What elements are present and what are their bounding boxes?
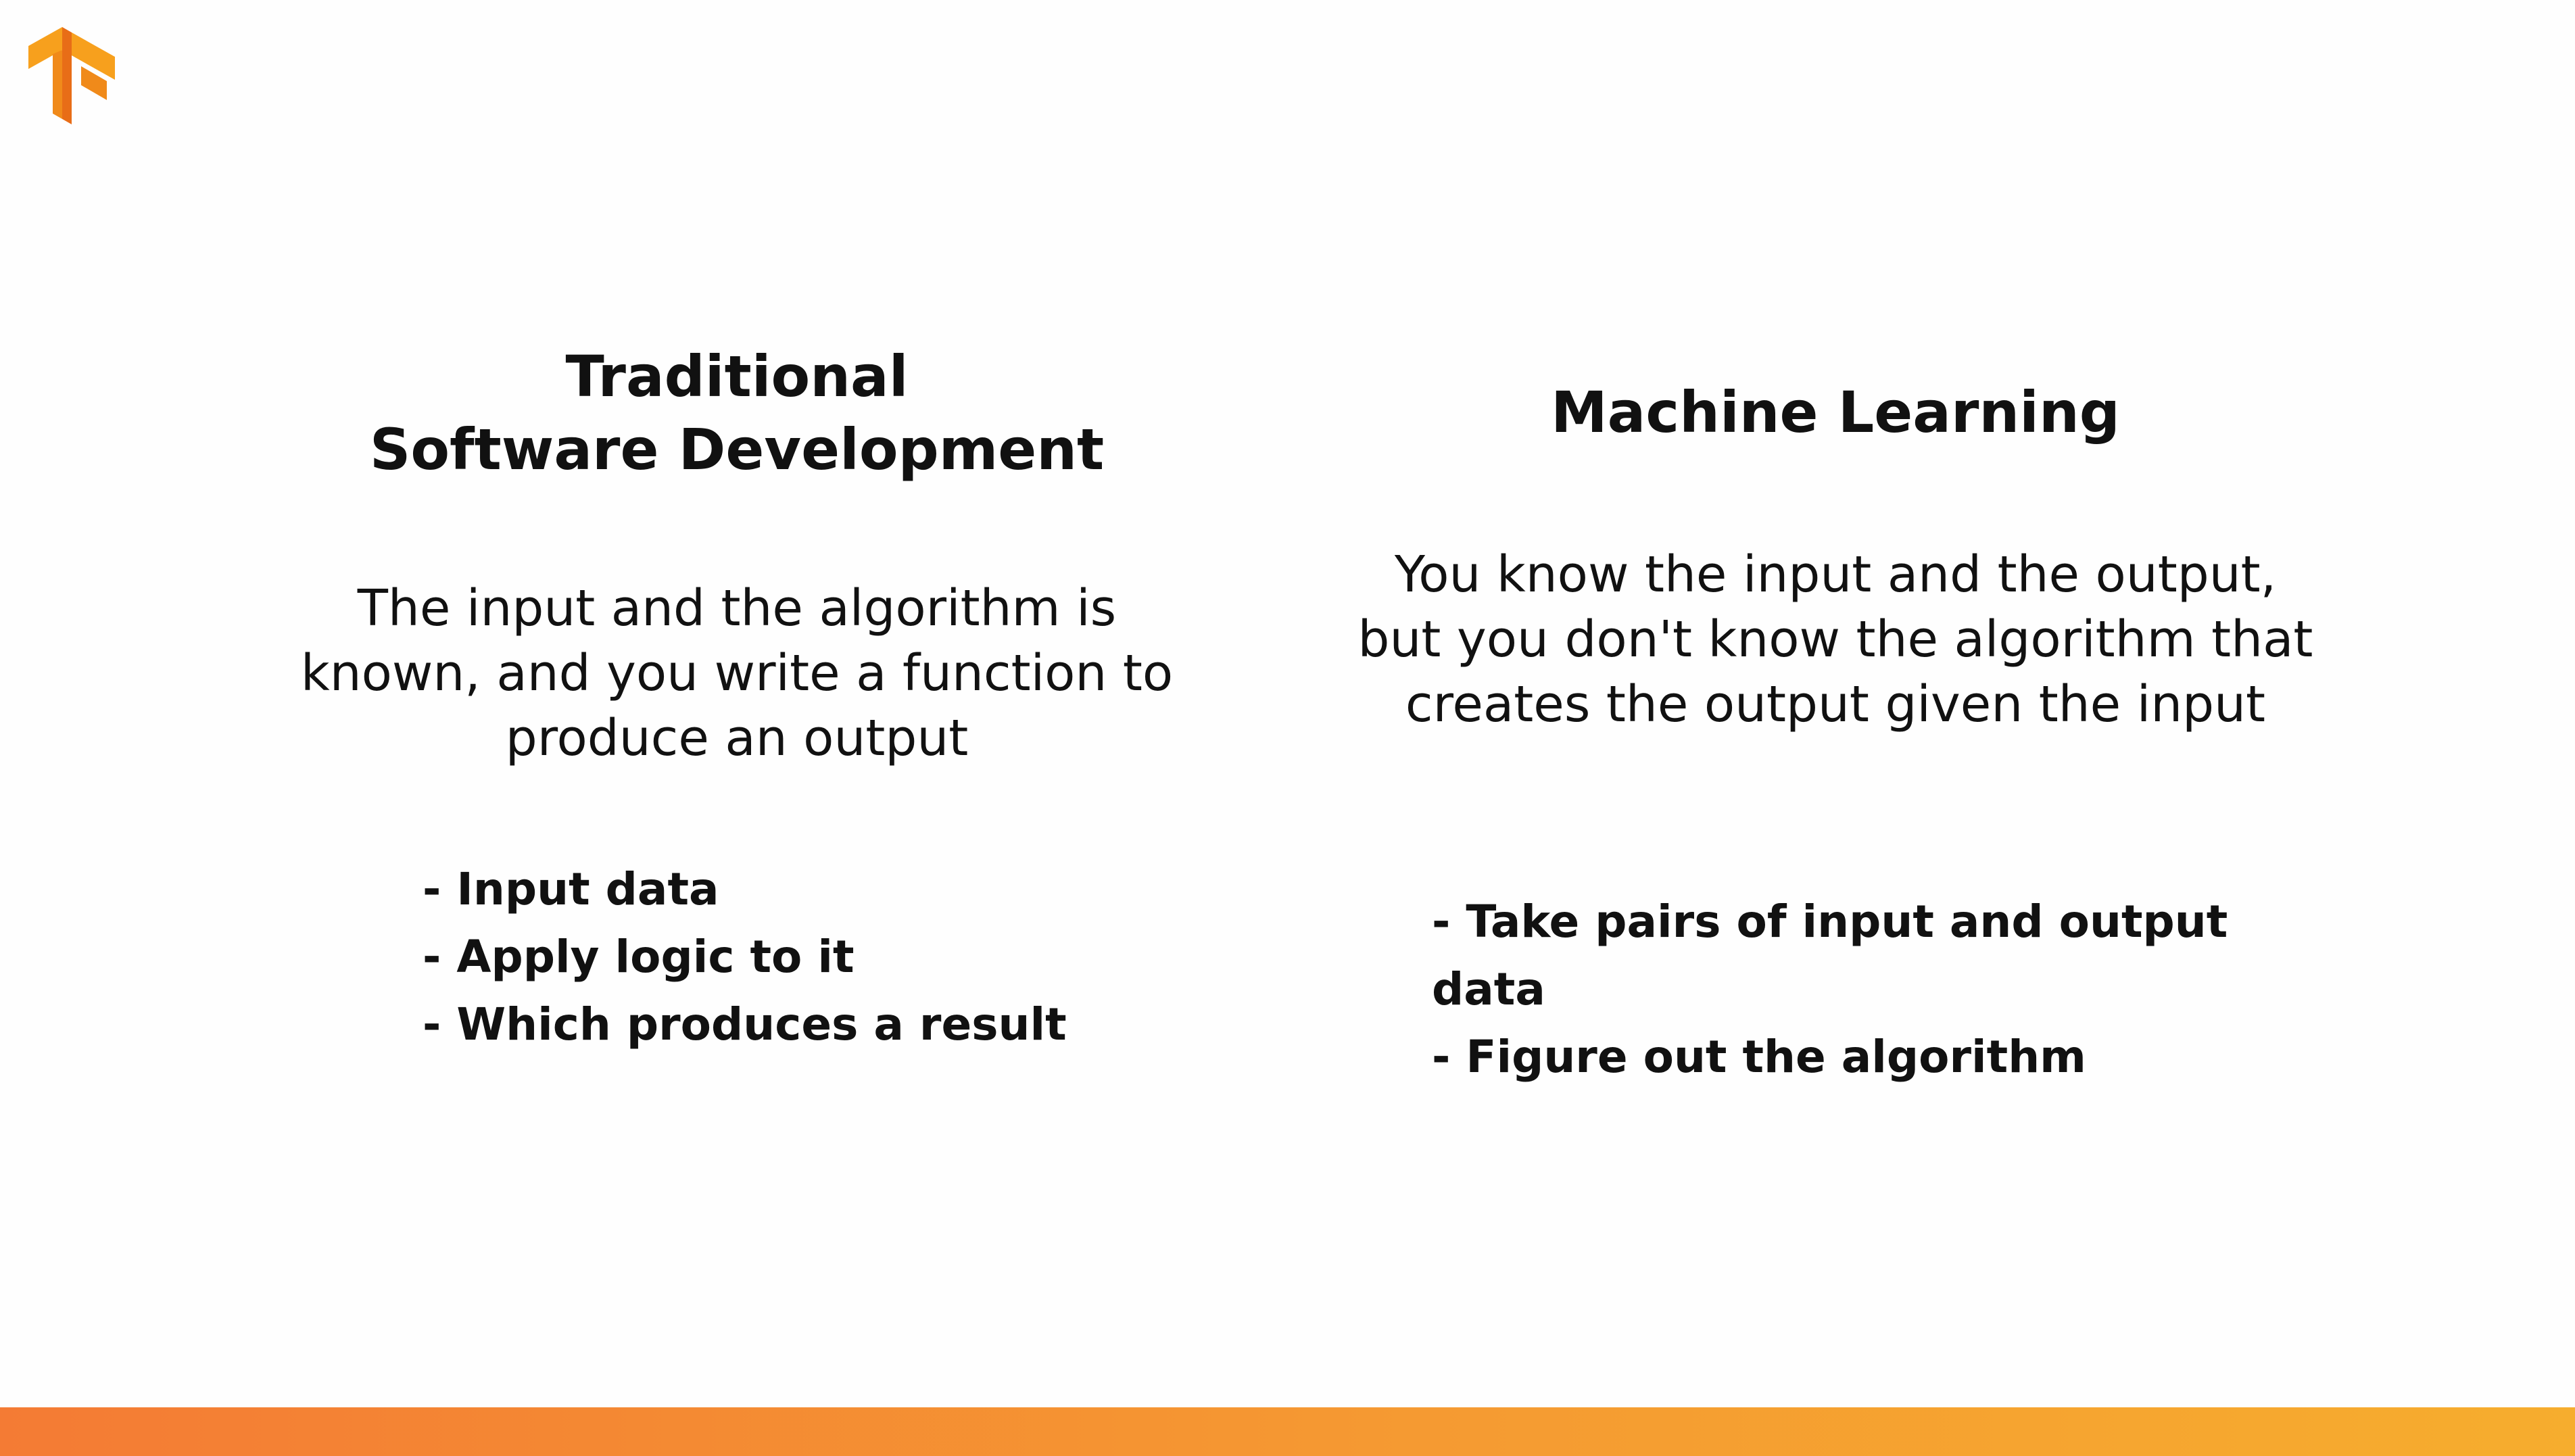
machine-learning-bullet-item: - Figure out the algorithm	[1432, 1031, 2086, 1083]
traditional-heading-line-2: Software Development	[369, 416, 1105, 483]
traditional-bullet-item: - Input data	[423, 863, 719, 915]
machine-learning-heading-line-1: Machine Learning	[1551, 379, 2120, 445]
logo-left-body	[53, 50, 62, 119]
machine-learning-description: You know the input and the output, but y…	[1357, 545, 2313, 733]
tensorflow-logo-icon	[28, 27, 115, 124]
traditional-bullet-item: - Apply logic to it	[423, 931, 855, 983]
traditional-description: The input and the algorithm is known, an…	[300, 579, 1174, 767]
logo-stem	[62, 27, 72, 124]
logo-right-top-face	[72, 32, 115, 80]
traditional-heading-line-1: Traditional	[565, 343, 909, 410]
machine-learning-heading: Machine Learning	[1345, 376, 2326, 449]
traditional-heading: Traditional Software Development	[270, 340, 1203, 486]
machine-learning-bullet-item: - Take pairs of input and output data	[1432, 896, 2228, 1015]
footer-gradient-bar	[0, 1407, 2575, 1456]
traditional-bullet-item: - Which produces a result	[423, 998, 1067, 1050]
traditional-bullet-list: - Input data - Apply logic to it - Which…	[423, 856, 1067, 1059]
machine-learning-bullet-list: - Take pairs of input and output data - …	[1432, 888, 2326, 1091]
